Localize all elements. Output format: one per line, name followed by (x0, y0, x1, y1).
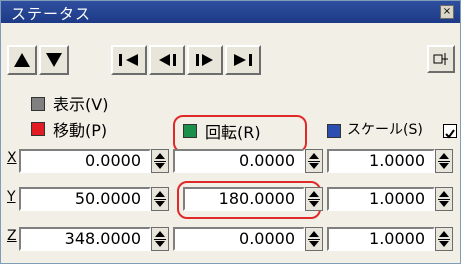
z-position-field[interactable]: 348.0000 (19, 227, 151, 251)
check-icon (445, 129, 455, 139)
move-color-swatch[interactable] (31, 122, 45, 136)
x-scale-field[interactable]: 1.0000 (327, 149, 435, 173)
move-up-button[interactable] (7, 45, 37, 75)
first-frame-button[interactable] (111, 45, 147, 75)
y-rotation-spinner[interactable] (305, 187, 323, 211)
x-position-field[interactable]: 0.0000 (19, 149, 151, 173)
y-rotation-field[interactable]: 180.0000 (183, 187, 305, 211)
prev-frame-icon (159, 54, 176, 66)
move-label: 移動(P) (53, 121, 108, 140)
x-rotation-field[interactable]: 0.0000 (173, 149, 305, 173)
move-down-button[interactable] (39, 45, 69, 75)
pin-button[interactable] (427, 45, 455, 73)
up-arrow-icon (14, 53, 30, 67)
z-scale-spinner[interactable] (435, 227, 453, 251)
z-position-spinner[interactable] (151, 227, 169, 251)
next-frame-button[interactable] (187, 45, 223, 75)
row-label-z: Z (7, 228, 17, 244)
down-arrow-icon (46, 53, 62, 67)
last-frame-icon (234, 54, 252, 66)
row-label-x: X (7, 150, 17, 166)
y-scale-spinner[interactable] (435, 187, 453, 211)
x-position-spinner[interactable] (151, 149, 169, 173)
last-frame-button[interactable] (225, 45, 261, 75)
rotate-color-swatch[interactable] (183, 124, 197, 138)
close-button[interactable]: × (440, 5, 454, 19)
scale-color-swatch[interactable] (327, 124, 341, 138)
display-color-swatch[interactable] (31, 97, 45, 111)
y-position-spinner[interactable] (151, 187, 169, 211)
scale-label: スケール(S) (347, 122, 423, 138)
window-title: ステータス (11, 5, 92, 23)
x-scale-spinner[interactable] (435, 149, 453, 173)
z-scale-field[interactable]: 1.0000 (327, 227, 435, 251)
prev-frame-button[interactable] (149, 45, 185, 75)
y-scale-field[interactable]: 1.0000 (327, 187, 435, 211)
next-frame-icon (196, 54, 213, 66)
pin-icon (433, 53, 448, 65)
scale-checkbox[interactable] (443, 124, 457, 139)
z-rotation-spinner[interactable] (305, 227, 323, 251)
status-window: ステータス × 表示(V) 移動(P) 回転(R) スケール(S) X 0.00… (0, 0, 461, 264)
title-bar: ステータス × (1, 1, 460, 23)
rotate-label: 回転(R) (205, 123, 261, 142)
row-label-y: Y (7, 189, 16, 205)
x-rotation-spinner[interactable] (305, 149, 323, 173)
z-rotation-field[interactable]: 0.0000 (173, 227, 305, 251)
y-position-field[interactable]: 50.0000 (19, 187, 151, 211)
display-label: 表示(V) (53, 95, 109, 114)
first-frame-icon (119, 54, 138, 66)
